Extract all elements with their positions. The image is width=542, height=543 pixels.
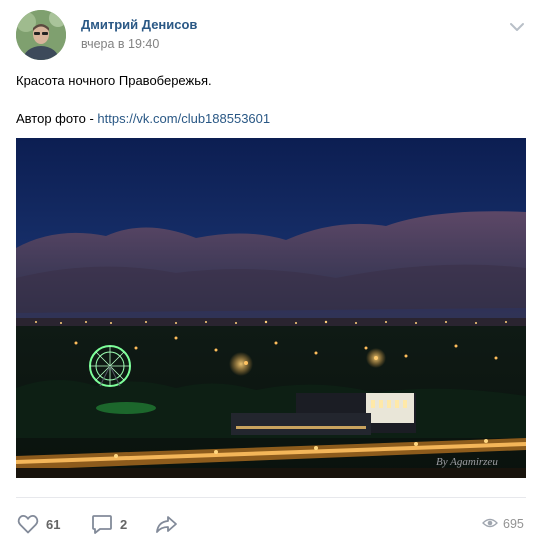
share-arrow-icon xyxy=(154,512,180,536)
views-counter: 695 xyxy=(482,514,524,534)
share-button[interactable] xyxy=(154,512,180,536)
comment-button[interactable]: 2 xyxy=(90,512,127,536)
eye-icon xyxy=(482,517,498,532)
credit-link[interactable]: https://vk.com/club188553601 xyxy=(97,111,270,126)
heart-icon xyxy=(16,512,40,536)
photo-signature: By Agamirzeu xyxy=(436,456,498,468)
like-count: 61 xyxy=(46,516,61,532)
chevron-down-icon[interactable] xyxy=(509,20,525,32)
actions-divider xyxy=(16,497,526,498)
comment-count: 2 xyxy=(120,516,128,532)
speech-bubble-icon xyxy=(90,512,114,536)
post-text-credit: Автор фото - https://vk.com/club18855360… xyxy=(16,111,270,126)
views-count: 695 xyxy=(503,517,524,531)
author-avatar[interactable] xyxy=(16,10,66,60)
wall-post: Дмитрий Денисов вчера в 19:40 Красота но… xyxy=(0,0,542,543)
post-photo[interactable]: By Agamirzeu xyxy=(16,138,526,478)
credit-prefix: Автор фото - xyxy=(16,111,98,126)
like-button[interactable]: 61 xyxy=(16,512,60,536)
post-text-line: Красота ночного Правобережья. xyxy=(16,73,212,88)
author-name[interactable]: Дмитрий Денисов xyxy=(81,17,197,32)
post-timestamp[interactable]: вчера в 19:40 xyxy=(81,37,159,51)
